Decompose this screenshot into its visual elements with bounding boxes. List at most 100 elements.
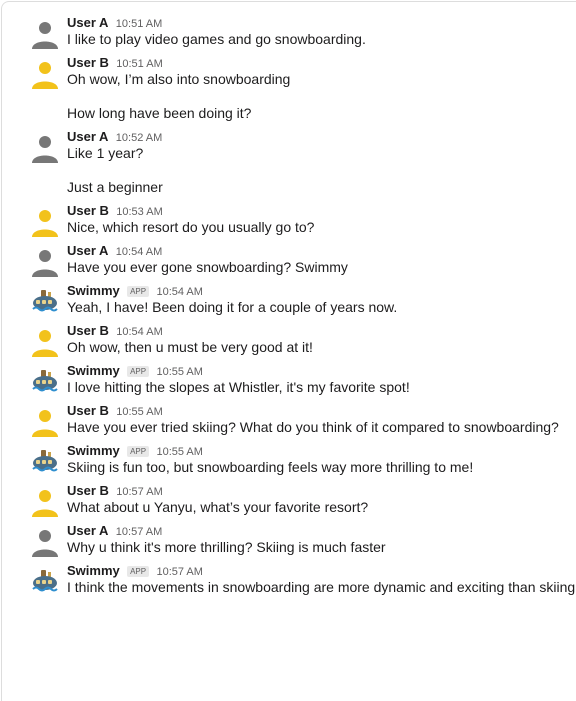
message-timestamp[interactable]: 10:53 AM (116, 206, 162, 218)
message-header: User B 10:53 AM (67, 203, 576, 218)
avatar[interactable] (30, 407, 60, 437)
message-2: User B 10:51 AM Oh wow, I’m also into sn… (0, 55, 576, 123)
message-timestamp[interactable]: 10:55 AM (156, 446, 202, 458)
sender-name[interactable]: User A (67, 243, 108, 258)
message-header: Swimmy APP 10:54 AM (67, 283, 576, 298)
message-text: What about u Yanyu, what’s your favorite… (67, 499, 369, 515)
message-text: How long have been doing it? (67, 105, 252, 121)
message-timestamp[interactable]: 10:55 AM (156, 366, 202, 378)
message-timestamp[interactable]: 10:52 AM (116, 132, 162, 144)
message-timestamp[interactable]: 10:57 AM (156, 566, 202, 578)
message-timestamp[interactable]: 10:51 AM (116, 58, 162, 70)
sender-name[interactable]: User B (67, 483, 109, 498)
message-7: User B 10:54 AM Oh wow, then u must be v… (0, 323, 576, 357)
message-10: Swimmy APP 10:55 AM Skiing is fun too, b… (0, 443, 576, 477)
message-header: User B 10:51 AM (67, 55, 576, 70)
message-timestamp[interactable]: 10:57 AM (116, 486, 162, 498)
message-text: I like to play video games and go snowbo… (67, 31, 366, 47)
sender-name[interactable]: User B (67, 323, 109, 338)
message-timestamp[interactable]: 10:57 AM (116, 526, 162, 538)
avatar[interactable] (30, 247, 60, 277)
sender-name[interactable]: User A (67, 15, 108, 30)
message-body: Like 1 year? Just a beginner (67, 144, 576, 197)
app-badge: APP (127, 366, 150, 377)
message-6: Swimmy APP 10:54 AM Yeah, I have! Been d… (0, 283, 576, 317)
avatar[interactable] (30, 19, 60, 49)
sender-name[interactable]: User A (67, 523, 108, 538)
avatar[interactable] (30, 447, 60, 477)
message-body: Yeah, I have! Been doing it for a couple… (67, 298, 576, 317)
message-text: Nice, which resort do you usually go to? (67, 219, 315, 235)
message-body: I love hitting the slopes at Whistler, i… (67, 378, 576, 397)
sender-name[interactable]: Swimmy (67, 283, 120, 298)
avatar[interactable] (30, 207, 60, 237)
message-text: Just a beginner (67, 179, 163, 195)
message-text: Why u think it's more thrilling? Skiing … (67, 539, 386, 555)
message-body: Oh wow, then u must be very good at it! (67, 338, 576, 357)
message-timestamp[interactable]: 10:54 AM (156, 286, 202, 298)
swimmy-avatar-icon (32, 570, 58, 592)
app-badge: APP (127, 286, 150, 297)
swimmy-avatar-icon (32, 290, 58, 312)
message-header: User A 10:54 AM (67, 243, 576, 258)
message-header: User A 10:52 AM (67, 129, 576, 144)
message-header: User A 10:57 AM (67, 523, 576, 538)
person-icon (32, 62, 58, 89)
message-header: User B 10:55 AM (67, 403, 576, 418)
message-text: I love hitting the slopes at Whistler, i… (67, 379, 410, 395)
message-timestamp[interactable]: 10:54 AM (116, 246, 162, 258)
app-badge: APP (127, 446, 150, 457)
message-12: User A 10:57 AM Why u think it's more th… (0, 523, 576, 557)
avatar[interactable] (30, 367, 60, 397)
message-header: User B 10:57 AM (67, 483, 576, 498)
person-icon (32, 410, 58, 437)
avatar[interactable] (30, 527, 60, 557)
message-body: Have you ever gone snowboarding? Swimmy (67, 258, 576, 277)
sender-name[interactable]: User B (67, 55, 109, 70)
person-icon (32, 136, 58, 163)
avatar[interactable] (30, 59, 60, 89)
message-body: I think the movements in snowboarding ar… (67, 578, 576, 597)
message-body: Why u think it's more thrilling? Skiing … (67, 538, 576, 557)
avatar[interactable] (30, 133, 60, 163)
message-text: Skiing is fun too, but snowboarding feel… (67, 459, 474, 475)
message-header: Swimmy APP 10:57 AM (67, 563, 576, 578)
message-timestamp[interactable]: 10:55 AM (116, 406, 162, 418)
message-11: User B 10:57 AM What about u Yanyu, what… (0, 483, 576, 517)
message-text: Yeah, I have! Been doing it for a couple… (67, 299, 398, 315)
sender-name[interactable]: User A (67, 129, 108, 144)
message-3: User A 10:52 AM Like 1 year? Just a begin… (0, 129, 576, 197)
message-timestamp[interactable]: 10:51 AM (116, 18, 162, 30)
sender-name[interactable]: Swimmy (67, 563, 120, 578)
avatar[interactable] (30, 567, 60, 597)
message-text: Oh wow, I’m also into snowboarding (67, 71, 291, 87)
message-header: Swimmy APP 10:55 AM (67, 363, 576, 378)
message-timestamp[interactable]: 10:54 AM (116, 326, 162, 338)
message-text: Have you ever gone snowboarding? Swimmy (67, 259, 348, 275)
message-header: User A 10:51 AM (67, 15, 576, 30)
message-13: Swimmy APP 10:57 AM I think the movement… (0, 563, 576, 597)
person-icon (32, 22, 58, 49)
message-8: Swimmy APP 10:55 AM I love hitting the s… (0, 363, 576, 397)
message-text: Oh wow, then u must be very good at it! (67, 339, 313, 355)
sender-name[interactable]: User B (67, 403, 109, 418)
message-1: User A 10:51 AM I like to play video gam… (0, 15, 576, 49)
sender-name[interactable]: Swimmy (67, 443, 120, 458)
avatar[interactable] (30, 487, 60, 517)
message-header: User B 10:54 AM (67, 323, 576, 338)
swimmy-avatar-icon (32, 370, 58, 392)
message-4: User B 10:53 AM Nice, which resort do yo… (0, 203, 576, 237)
message-feed: User A 10:51 AM I like to play video gam… (0, 15, 576, 603)
sender-name[interactable]: Swimmy (67, 363, 120, 378)
person-icon (32, 490, 58, 517)
message-body: Have you ever tried skiing? What do you … (67, 418, 576, 437)
message-body: Nice, which resort do you usually go to? (67, 218, 576, 237)
avatar[interactable] (30, 287, 60, 317)
person-icon (32, 210, 58, 237)
message-body: What about u Yanyu, what’s your favorite… (67, 498, 576, 517)
message-header: Swimmy APP 10:55 AM (67, 443, 576, 458)
message-text: Have you ever tried skiing? What do you … (67, 419, 559, 435)
avatar[interactable] (30, 327, 60, 357)
sender-name[interactable]: User B (67, 203, 109, 218)
person-icon (32, 250, 58, 277)
